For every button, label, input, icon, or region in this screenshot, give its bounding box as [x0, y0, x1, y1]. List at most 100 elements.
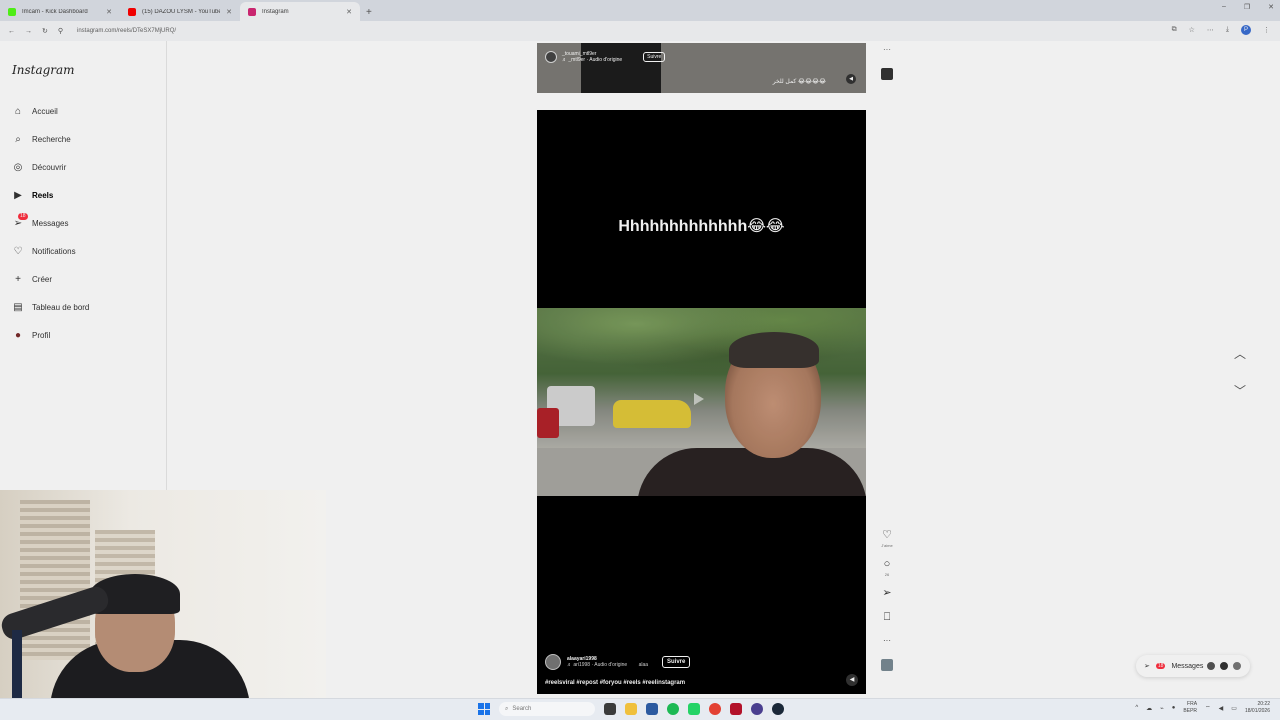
- tab-instagram[interactable]: Instagram ✕: [240, 2, 360, 21]
- whatsapp-icon[interactable]: [688, 703, 700, 715]
- forward-icon[interactable]: →: [25, 28, 32, 35]
- volume-icon[interactable]: ◀: [1219, 705, 1224, 712]
- adobe-icon[interactable]: [730, 703, 742, 715]
- close-window-icon[interactable]: ✕: [1268, 3, 1274, 11]
- red-car: [537, 408, 559, 438]
- reel-video-frame[interactable]: [537, 308, 866, 496]
- sidebar-item-accueil[interactable]: ⌂ Accueil: [12, 97, 154, 125]
- audio-thumbnail[interactable]: [881, 659, 893, 671]
- close-icon[interactable]: ✕: [226, 8, 232, 16]
- author-meta: _touami_mtl9er ♬ _mtl9er · Audio d'origi…: [562, 51, 622, 63]
- tab-title: (15) DAZOU LYSM - YouTube: [142, 8, 221, 15]
- sidebar-item-reels[interactable]: ▶ Reels: [12, 181, 154, 209]
- dashboard-icon: ▤: [13, 301, 23, 313]
- clock[interactable]: 20:22 18/01/2026: [1245, 701, 1270, 715]
- reel-actions: ♡ J'aime ○ 26 ➢ ⎕ ···: [878, 529, 896, 671]
- avatar: [1219, 661, 1230, 671]
- task-view-icon[interactable]: [604, 703, 616, 715]
- tab-kick[interactable]: Imcam - Kick Dashboard ✕: [0, 2, 120, 21]
- taskbar-search[interactable]: ⌕ Search: [499, 702, 595, 716]
- search-icon: ⌕: [505, 705, 509, 712]
- sidebar-item-creer[interactable]: + Créer: [12, 265, 154, 293]
- battery-icon[interactable]: ▭: [1231, 705, 1237, 712]
- search-placeholder: Search: [512, 706, 532, 712]
- chevron-down-icon[interactable]: ﹀: [1234, 382, 1246, 399]
- share-icon[interactable]: ➢: [882, 587, 891, 599]
- previous-reel[interactable]: _touami_mtl9er ♬ _mtl9er · Audio d'origi…: [537, 43, 866, 93]
- hashtags[interactable]: #reelsviral #repost #foryou #reels #reel…: [545, 680, 855, 686]
- downloads-icon[interactable]: ⤓: [1226, 26, 1229, 34]
- wifi-icon[interactable]: ⌔: [1205, 704, 1211, 712]
- close-icon[interactable]: ✕: [346, 8, 352, 16]
- avatar[interactable]: [545, 654, 561, 670]
- sidebar-item-decouvrir[interactable]: ◎ Découvrir: [12, 153, 154, 181]
- messages-floating-button[interactable]: ➢ 18 Messages: [1136, 655, 1251, 677]
- window-controls: – ❐ ✕: [1222, 3, 1274, 11]
- sidebar-item-profil[interactable]: ● Profil: [12, 321, 154, 349]
- sidebar-item-tableau-de-bord[interactable]: ▤ Tableau de bord: [12, 293, 154, 321]
- new-tab-button[interactable]: +: [366, 7, 372, 18]
- play-icon[interactable]: [694, 393, 704, 405]
- follow-button[interactable]: Suivre: [662, 656, 691, 668]
- youtube-favicon-icon: [128, 7, 136, 16]
- like-heart-icon[interactable]: ♡: [882, 529, 892, 541]
- url-field[interactable]: instagram.com/reels/DTeSX7MjURQ/: [77, 28, 176, 34]
- language-indicator[interactable]: FRA BEPR: [1183, 701, 1197, 715]
- site-info-icon[interactable]: ⚲: [58, 27, 63, 35]
- window-shutter: [20, 500, 90, 660]
- usb-icon[interactable]: ⌁: [1160, 705, 1164, 712]
- comment-icon[interactable]: ○: [884, 558, 891, 570]
- lang-code: FRA: [1187, 701, 1198, 707]
- chrome-icon[interactable]: [709, 703, 721, 715]
- profile-avatar-icon: ●: [14, 329, 22, 341]
- date: 18/01/2026: [1244, 708, 1270, 714]
- sidebar-item-notifications[interactable]: ♡ Notifications: [12, 237, 154, 265]
- mute-icon[interactable]: ◀: [846, 674, 858, 686]
- back-icon[interactable]: ←: [8, 28, 15, 35]
- current-reel[interactable]: Hhhhhhhhhhhhh😂😂 alaayari1998 ♬ ari1998 ·…: [537, 110, 866, 694]
- more-options-icon[interactable]: ···: [883, 45, 891, 54]
- instagram-logo[interactable]: Instagram: [12, 63, 154, 77]
- audio-label[interactable]: ♬ _mtl9er · Audio d'origine: [562, 57, 622, 63]
- cloud-icon[interactable]: ☁: [1146, 705, 1152, 712]
- avatar[interactable]: [545, 51, 557, 63]
- follow-button[interactable]: Suivre: [643, 52, 666, 62]
- taskbar-apps: ⌕ Search: [478, 702, 784, 716]
- audio-label[interactable]: ♬ ari1998 · Audio d'origine alaa: [567, 662, 648, 668]
- sidebar-item-label: Recherche: [32, 134, 71, 144]
- extensions-icon[interactable]: ⋯: [1207, 26, 1214, 34]
- audio-thumbnail[interactable]: [881, 68, 893, 80]
- store-icon[interactable]: [646, 703, 658, 715]
- reload-icon[interactable]: ↻: [42, 27, 48, 35]
- spotify-icon[interactable]: [667, 703, 679, 715]
- mute-icon[interactable]: ◀: [846, 74, 856, 84]
- like-label: J'aime: [881, 543, 893, 548]
- cast-icon[interactable]: ⧉: [1172, 26, 1177, 34]
- minimize-icon[interactable]: –: [1222, 3, 1226, 11]
- sidebar-item-recherche[interactable]: ⌕ Recherche: [12, 125, 154, 153]
- file-explorer-icon[interactable]: [625, 703, 637, 715]
- tab-youtube[interactable]: (15) DAZOU LYSM - YouTube ✕: [120, 2, 240, 21]
- audio-extra: alaa: [638, 662, 649, 668]
- notification-badge: 18: [18, 213, 28, 220]
- obs-icon[interactable]: [751, 703, 763, 715]
- windows-start-icon[interactable]: [478, 703, 490, 715]
- browser-tab-bar: Imcam - Kick Dashboard ✕ (15) DAZOU LYSM…: [0, 0, 1280, 21]
- close-icon[interactable]: ✕: [106, 8, 112, 16]
- yellow-taxi: [613, 400, 691, 428]
- bookmark-star-icon[interactable]: ☆: [1189, 26, 1195, 34]
- menu-icon[interactable]: ⋮: [1263, 26, 1270, 34]
- chevron-up-icon[interactable]: ^: [1135, 705, 1138, 711]
- microphone-icon[interactable]: ●: [1172, 705, 1176, 711]
- sidebar-item-label: Découvrir: [32, 162, 67, 172]
- windows-taskbar: ⌕ Search ^ ☁ ⌁ ● FRA BEPR ⌔ ◀ ▭ 20:22 18…: [0, 698, 1280, 720]
- author-meta: alaayari1998 ♬ ari1998 · Audio d'origine…: [567, 656, 648, 668]
- sidebar-item-messages[interactable]: ➢ 18 Messages: [12, 209, 154, 237]
- more-options-icon[interactable]: ···: [883, 635, 891, 647]
- chevron-up-icon[interactable]: ︿: [1234, 345, 1246, 362]
- man-hair: [729, 332, 819, 368]
- steam-icon[interactable]: [772, 703, 784, 715]
- maximize-icon[interactable]: ❐: [1244, 3, 1250, 11]
- profile-avatar[interactable]: P: [1241, 25, 1251, 35]
- save-bookmark-icon[interactable]: ⎕: [884, 611, 891, 623]
